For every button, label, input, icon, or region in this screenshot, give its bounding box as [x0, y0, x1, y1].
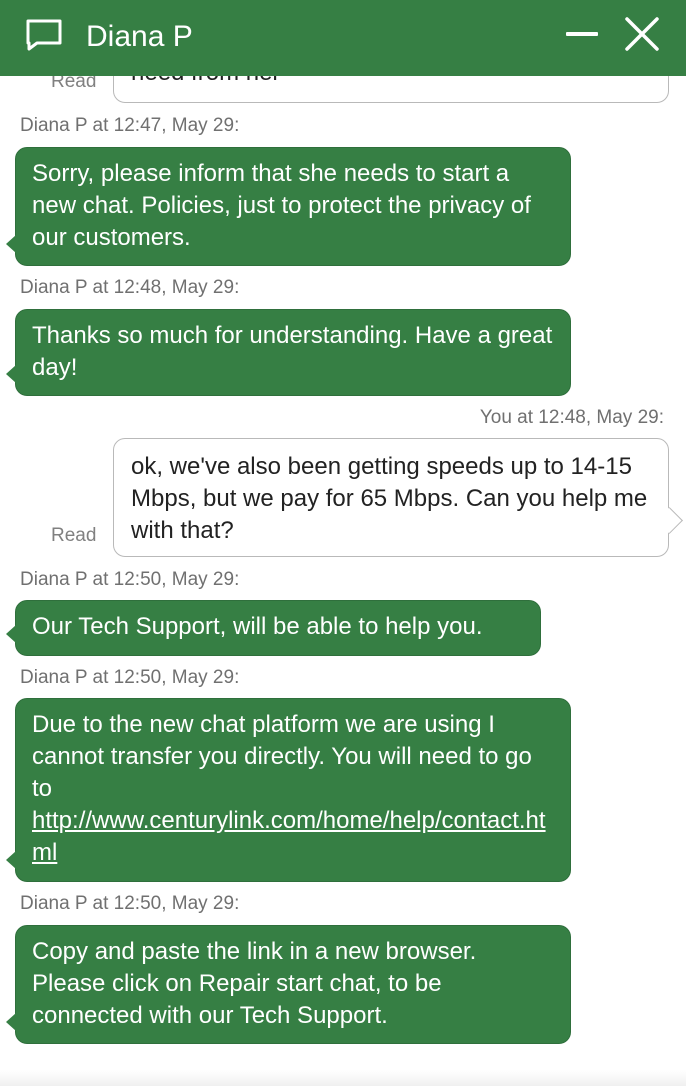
chat-header: Diana P	[0, 0, 686, 76]
message-text: Thanks so much for understanding. Have a…	[32, 322, 553, 381]
message-text: Our Tech Support, will be able to help y…	[32, 613, 483, 640]
agent-message-bubble: Our Tech Support, will be able to help y…	[6, 600, 541, 656]
close-icon[interactable]	[624, 16, 660, 52]
chat-footer-shadow	[0, 1070, 686, 1086]
message-meta: Diana P at 12:47, May 29:	[20, 115, 240, 136]
message-text: ok, we've also been getting speeds up to…	[131, 453, 648, 544]
bubble-tail	[656, 507, 683, 534]
message-meta: Diana P at 12:48, May 29:	[20, 277, 240, 298]
minimize-icon[interactable]	[566, 30, 598, 38]
agent-message-bubble: Due to the new chat platform we are usin…	[6, 698, 571, 882]
agent-message-bubble: Thanks so much for understanding. Have a…	[6, 309, 571, 396]
message-text: Due to the new chat platform we are usin…	[32, 711, 532, 802]
message-text: Sorry, please inform that she needs to s…	[32, 160, 531, 251]
agent-message-bubble: Sorry, please inform that she needs to s…	[6, 147, 571, 266]
message-text: Copy and paste the link in a new browser…	[32, 938, 477, 1029]
message-meta: You at 12:48, May 29:	[479, 407, 664, 428]
chat-title: Diana P	[86, 20, 193, 53]
user-message-bubble: ok, we've also been getting speeds up to…	[113, 438, 683, 557]
chat-transcript[interactable]: need from her Read Diana P at 12:47, May…	[0, 0, 686, 1086]
chat-bubble-icon	[26, 19, 62, 51]
support-link[interactable]: http://www.centurylink.com/home/help/con…	[32, 807, 546, 866]
read-receipt: Read	[51, 525, 97, 546]
message-meta: Diana P at 12:50, May 29:	[20, 893, 240, 914]
message-meta: Diana P at 12:50, May 29:	[20, 667, 240, 688]
agent-message-bubble: Copy and paste the link in a new browser…	[6, 925, 571, 1044]
message-meta: Diana P at 12:50, May 29:	[20, 569, 240, 590]
